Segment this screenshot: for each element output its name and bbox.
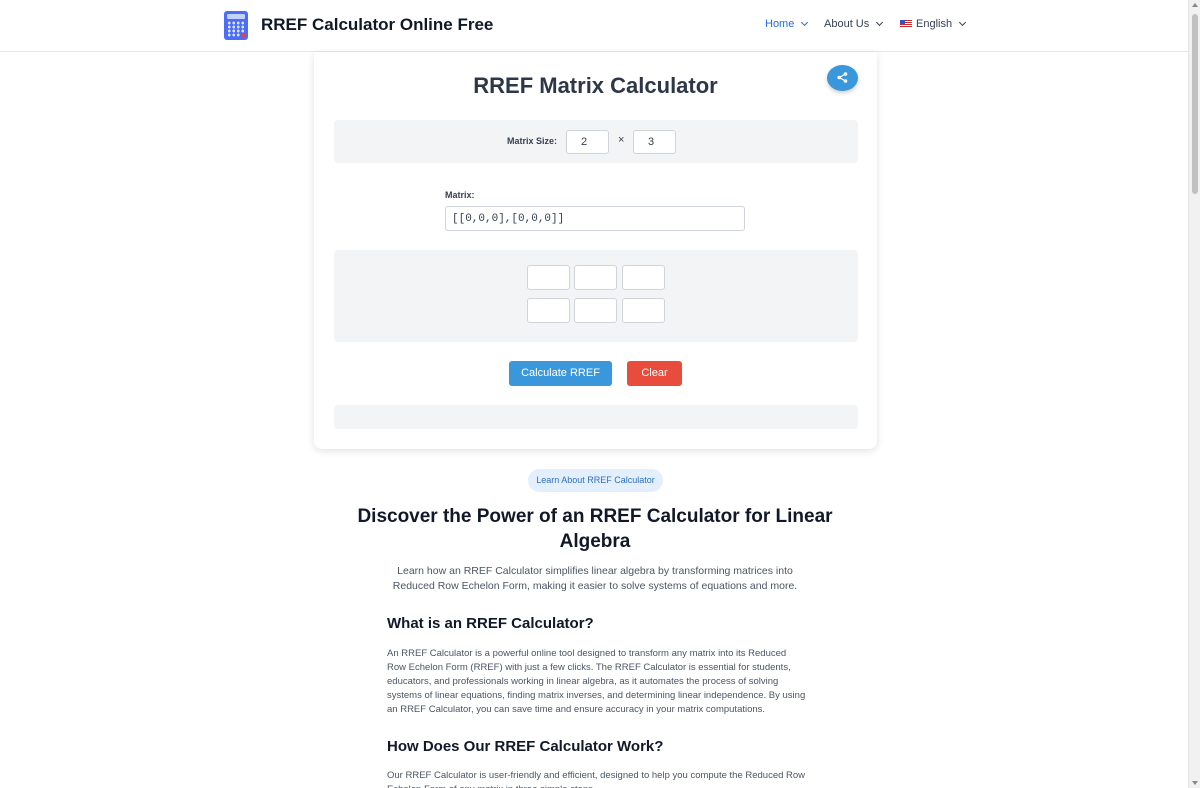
nav-about-us[interactable]: About Us bbox=[824, 18, 884, 30]
nav-home-label: Home bbox=[765, 18, 795, 30]
matrix-label: Matrix: bbox=[445, 190, 475, 200]
times-symbol: × bbox=[618, 134, 625, 146]
clear-button[interactable]: Clear bbox=[627, 361, 682, 386]
matrix-cell-r2c3[interactable] bbox=[622, 298, 665, 323]
chevron-down-icon bbox=[801, 18, 809, 27]
matrix-cell-r2c1[interactable] bbox=[527, 298, 570, 323]
section-heading-how: How Does Our RREF Calculator Work? bbox=[387, 738, 664, 755]
rows-input[interactable] bbox=[566, 130, 609, 154]
calculator-icon bbox=[224, 11, 248, 40]
calculator-title: RREF Matrix Calculator bbox=[473, 73, 718, 98]
matrix-cell-r1c1[interactable] bbox=[527, 265, 570, 290]
matrix-grid-panel bbox=[334, 250, 858, 342]
page-scrollbar[interactable] bbox=[1188, 0, 1200, 788]
language-label: English bbox=[916, 18, 953, 30]
us-flag-icon bbox=[900, 20, 912, 28]
nav-about-label: About Us bbox=[824, 18, 870, 30]
nav-home[interactable]: Home bbox=[765, 18, 809, 30]
scroll-up-arrow-icon[interactable] bbox=[1192, 3, 1198, 7]
matrix-size-panel: Matrix Size: × bbox=[334, 120, 858, 163]
site-title: RREF Calculator Online Free bbox=[261, 15, 494, 34]
matrix-size-label: Matrix Size: bbox=[507, 136, 558, 146]
learn-about-pill[interactable]: Learn About RREF Calculator bbox=[528, 469, 663, 492]
result-panel bbox=[334, 405, 858, 429]
scrollbar-thumb[interactable] bbox=[1192, 14, 1198, 194]
matrix-cell-r2c2[interactable] bbox=[574, 298, 617, 323]
matrix-text-input[interactable] bbox=[445, 206, 745, 231]
section-body-how: Our RREF Calculator is user-friendly and… bbox=[387, 770, 806, 788]
calculator-card: RREF Matrix Calculator Matrix Size: × Ma… bbox=[314, 52, 877, 449]
section-body-what: An RREF Calculator is a powerful online … bbox=[387, 648, 806, 715]
language-selector[interactable]: English bbox=[900, 18, 967, 30]
article-lead: Learn how an RREF Calculator simplifies … bbox=[392, 565, 798, 592]
matrix-cell-r1c2[interactable] bbox=[574, 265, 617, 290]
chevron-down-icon bbox=[959, 18, 967, 27]
site-header: RREF Calculator Online Free Home About U… bbox=[0, 0, 1188, 52]
chevron-down-icon bbox=[876, 18, 884, 27]
calculate-rref-button[interactable]: Calculate RREF bbox=[509, 361, 612, 386]
scroll-down-arrow-icon[interactable] bbox=[1192, 781, 1198, 785]
share-icon bbox=[837, 72, 848, 83]
brand-link[interactable]: RREF Calculator Online Free bbox=[224, 11, 493, 40]
matrix-cell-r1c3[interactable] bbox=[622, 265, 665, 290]
columns-input[interactable] bbox=[633, 130, 676, 154]
share-button[interactable] bbox=[827, 65, 858, 91]
article-title: Discover the Power of an RREF Calculator… bbox=[357, 506, 833, 552]
section-heading-what: What is an RREF Calculator? bbox=[387, 615, 594, 632]
